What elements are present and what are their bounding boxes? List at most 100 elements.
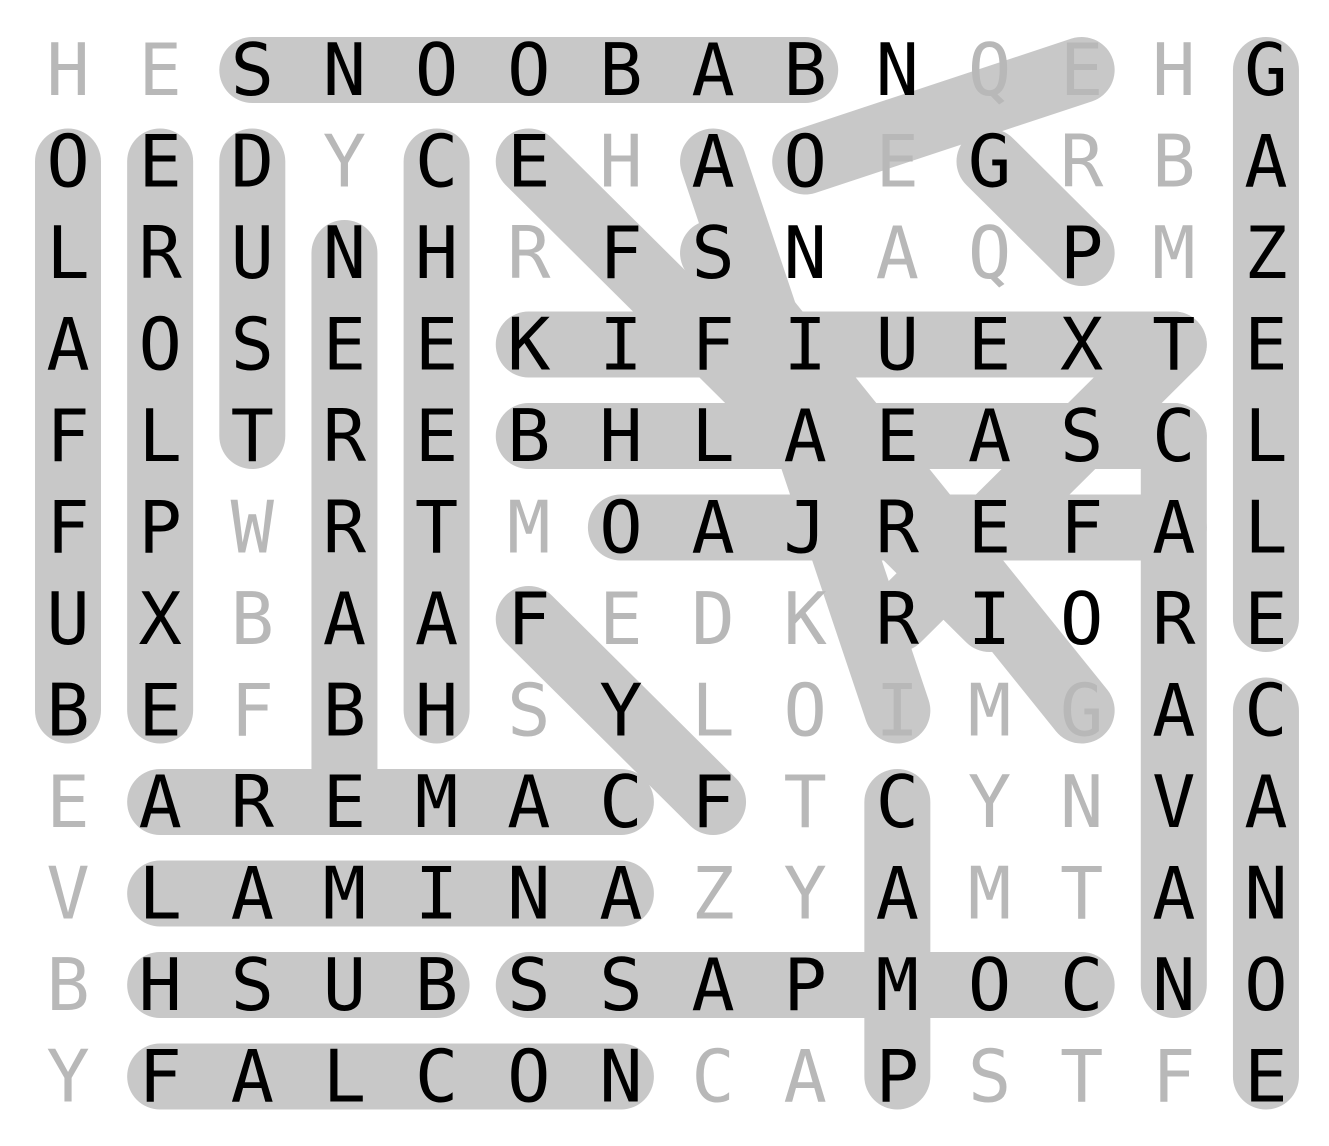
letter-cell[interactable]: Y <box>323 120 366 204</box>
letter-cell[interactable]: F <box>138 1035 181 1119</box>
letter-cell[interactable]: S <box>507 669 550 753</box>
letter-cell[interactable]: E <box>138 669 181 753</box>
letter-cell[interactable]: G <box>1244 28 1287 112</box>
letter-cell[interactable]: A <box>691 943 734 1027</box>
letter-cell[interactable]: A <box>1152 486 1195 570</box>
letter-cell[interactable]: O <box>599 486 642 570</box>
letter-cell[interactable]: A <box>691 28 734 112</box>
letter-cell[interactable]: B <box>415 943 458 1027</box>
letter-cell[interactable]: R <box>507 211 551 295</box>
letter-cell[interactable]: O <box>784 669 827 753</box>
letter-cell[interactable]: I <box>968 577 1011 661</box>
letter-cell[interactable]: L <box>323 1035 366 1119</box>
letter-cell[interactable]: U <box>46 577 89 661</box>
letter-cell[interactable]: L <box>138 394 181 478</box>
letter-cell[interactable]: N <box>876 28 919 112</box>
letter-cell[interactable]: O <box>507 28 550 112</box>
letter-cell[interactable]: B <box>599 28 642 112</box>
letter-cell[interactable]: O <box>1060 577 1103 661</box>
letter-cell[interactable]: F <box>507 577 550 661</box>
letter-cell[interactable]: J <box>784 486 827 570</box>
letter-cell[interactable]: T <box>1060 852 1103 936</box>
letter-cell[interactable]: T <box>784 760 827 844</box>
letter-cell[interactable]: T <box>231 394 274 478</box>
letter-cell[interactable]: H <box>138 943 181 1027</box>
letter-cell[interactable]: E <box>323 303 366 387</box>
letter-cell[interactable]: A <box>138 760 181 844</box>
letter-cell[interactable]: E <box>968 303 1011 387</box>
letter-cell[interactable]: N <box>1244 852 1287 936</box>
letter-cell[interactable]: P <box>784 943 827 1027</box>
letter-cell[interactable]: H <box>599 120 642 204</box>
letter-cell[interactable]: E <box>415 303 458 387</box>
letter-cell[interactable]: E <box>1244 577 1287 661</box>
letter-cell[interactable]: Z <box>691 852 734 936</box>
letter-cell[interactable]: A <box>876 211 919 295</box>
letter-cell[interactable]: M <box>876 943 919 1027</box>
letter-cell[interactable]: I <box>415 852 458 936</box>
letter-cell[interactable]: F <box>1152 1035 1195 1119</box>
letter-cell[interactable]: L <box>691 394 734 478</box>
letter-cell[interactable]: A <box>415 577 458 661</box>
letter-cell[interactable]: N <box>323 28 366 112</box>
letter-cell[interactable]: C <box>876 760 919 844</box>
letter-cell[interactable]: E <box>138 28 181 112</box>
letter-cell[interactable]: S <box>691 211 734 295</box>
letter-cell[interactable]: K <box>784 577 828 661</box>
letter-cell[interactable]: M <box>415 760 458 844</box>
letter-cell[interactable]: A <box>784 394 827 478</box>
letter-cell[interactable]: B <box>46 669 89 753</box>
letter-cell[interactable]: F <box>231 669 274 753</box>
letter-cell[interactable]: M <box>968 852 1011 936</box>
letter-cell[interactable]: E <box>1244 1035 1287 1119</box>
letter-cell[interactable]: E <box>415 394 458 478</box>
letter-cell[interactable]: A <box>1244 760 1287 844</box>
letter-cell[interactable]: O <box>968 943 1011 1027</box>
letter-cell[interactable]: F <box>1060 486 1103 570</box>
letter-cell[interactable]: R <box>323 394 367 478</box>
letter-cell[interactable]: L <box>1244 394 1287 478</box>
letter-cell[interactable]: A <box>599 852 642 936</box>
letter-cell[interactable]: A <box>691 120 734 204</box>
letter-cell[interactable]: A <box>1244 120 1287 204</box>
letter-cell[interactable]: G <box>1060 669 1103 753</box>
letter-cell[interactable]: S <box>599 943 642 1027</box>
letter-cell[interactable]: O <box>784 120 827 204</box>
letter-cell[interactable]: Q <box>968 28 1011 112</box>
letter-cell[interactable]: R <box>231 760 275 844</box>
letter-cell[interactable]: P <box>1060 211 1103 295</box>
letter-cell[interactable]: E <box>599 577 642 661</box>
letter-cell[interactable]: E <box>323 760 366 844</box>
letter-cell[interactable]: A <box>231 1035 274 1119</box>
letter-cell[interactable]: K <box>507 303 551 387</box>
letter-cell[interactable]: S <box>1060 394 1103 478</box>
letter-cell[interactable]: O <box>138 303 181 387</box>
letter-cell[interactable]: A <box>323 577 366 661</box>
letter-cell[interactable]: C <box>1244 669 1287 753</box>
letter-cell[interactable]: T <box>1060 1035 1103 1119</box>
letter-cell[interactable]: N <box>323 211 366 295</box>
letter-cell[interactable]: Q <box>968 211 1011 295</box>
letter-cell[interactable]: Y <box>599 669 642 753</box>
letter-cell[interactable]: A <box>46 303 89 387</box>
letter-cell[interactable]: N <box>1152 943 1195 1027</box>
letter-cell[interactable]: E <box>1060 28 1103 112</box>
letter-cell[interactable]: X <box>1060 303 1103 387</box>
letter-cell[interactable]: R <box>138 211 182 295</box>
letter-cell[interactable]: C <box>415 120 458 204</box>
letter-cell[interactable]: U <box>231 211 274 295</box>
letter-cell[interactable]: V <box>46 852 89 936</box>
letter-cell[interactable]: O <box>1244 943 1287 1027</box>
letter-cell[interactable]: B <box>1152 120 1195 204</box>
letter-cell[interactable]: O <box>415 28 458 112</box>
letter-cell[interactable]: H <box>1152 28 1195 112</box>
letter-cell[interactable]: F <box>46 394 89 478</box>
letter-cell[interactable]: M <box>968 669 1011 753</box>
letter-cell[interactable]: Z <box>1244 211 1287 295</box>
letter-cell[interactable]: C <box>1152 394 1195 478</box>
letter-cell[interactable]: I <box>876 669 919 753</box>
letter-cell[interactable]: O <box>46 120 89 204</box>
letter-cell[interactable]: T <box>1152 303 1195 387</box>
letter-cell[interactable]: S <box>968 1035 1011 1119</box>
letter-cell[interactable]: Y <box>46 1035 89 1119</box>
